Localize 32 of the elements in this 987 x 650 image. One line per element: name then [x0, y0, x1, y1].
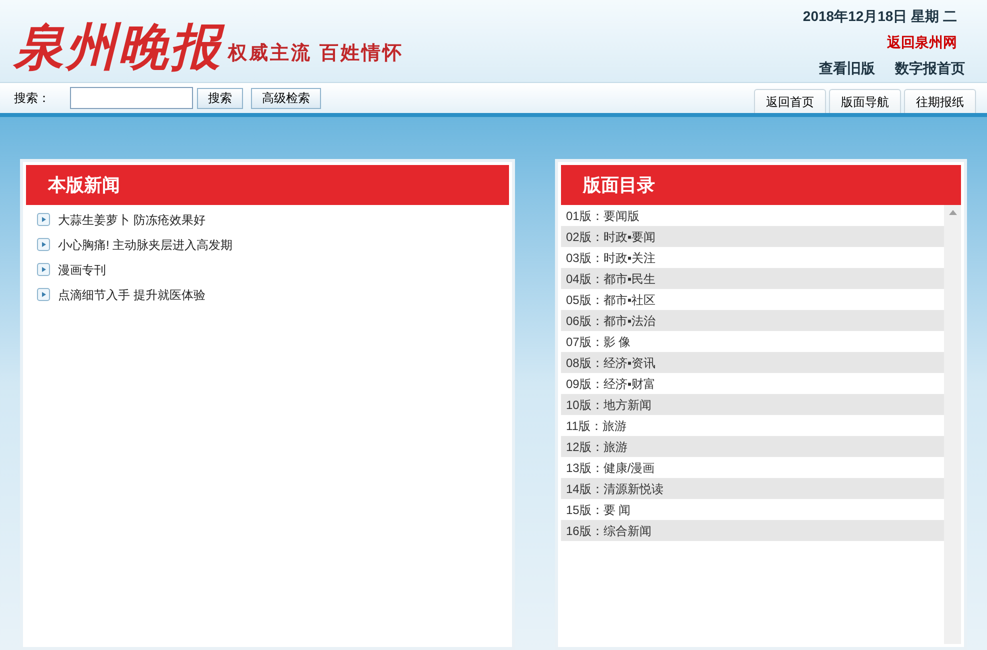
page-link[interactable]: 04版：都市▪民生 [561, 268, 944, 289]
page-link[interactable]: 16版：综合新闻 [561, 520, 944, 541]
play-bullet-icon [37, 238, 50, 251]
panel-header: 本版新闻 [26, 165, 509, 205]
nav-tab[interactable]: 版面导航 [829, 89, 901, 113]
search-field[interactable] [70, 87, 193, 109]
scrollbar[interactable] [944, 205, 961, 644]
search-button[interactable]: 高级检索 [251, 88, 321, 108]
search-label: 搜索： [14, 90, 51, 107]
scroll-up-icon[interactable] [948, 210, 956, 215]
search-button[interactable]: 搜索 [197, 88, 243, 108]
nav-tab[interactable]: 往期报纸 [904, 89, 976, 113]
nav-tab[interactable]: 返回首页 [754, 89, 826, 113]
play-bullet-icon [37, 263, 50, 276]
play-bullet-icon [37, 213, 50, 226]
page-link[interactable]: 12版：旅游 [561, 436, 944, 457]
news-link[interactable]: 大蒜生姜萝卜 防冻疮效果好 [58, 210, 206, 228]
page-link[interactable]: 10版：地方新闻 [561, 394, 944, 415]
header-link[interactable]: 查看旧版 [819, 58, 875, 79]
news-link[interactable]: 漫画专刊 [58, 260, 106, 278]
slogan: 权威主流 百姓情怀 [228, 42, 404, 66]
play-bullet-icon [37, 288, 50, 301]
page-link[interactable]: 02版：时政▪要闻 [561, 226, 944, 247]
panel-header: 版面目录 [561, 165, 961, 205]
date-text: 2018年12月18日 星期 二 [802, 7, 958, 26]
portal-link[interactable]: 返回泉州网 [887, 32, 965, 53]
news-link[interactable]: 点滴细节入手 提升就医体验 [58, 286, 206, 304]
news-link[interactable]: 小心胸痛! 主动脉夹层进入高发期 [58, 236, 233, 254]
page-link[interactable]: 08版：经济▪资讯 [561, 352, 944, 373]
page-link[interactable]: 06版：都市▪法治 [561, 310, 944, 331]
page-link[interactable]: 14版：清源新悦读 [561, 478, 944, 499]
header-link[interactable]: 数字报首页 [895, 58, 965, 79]
